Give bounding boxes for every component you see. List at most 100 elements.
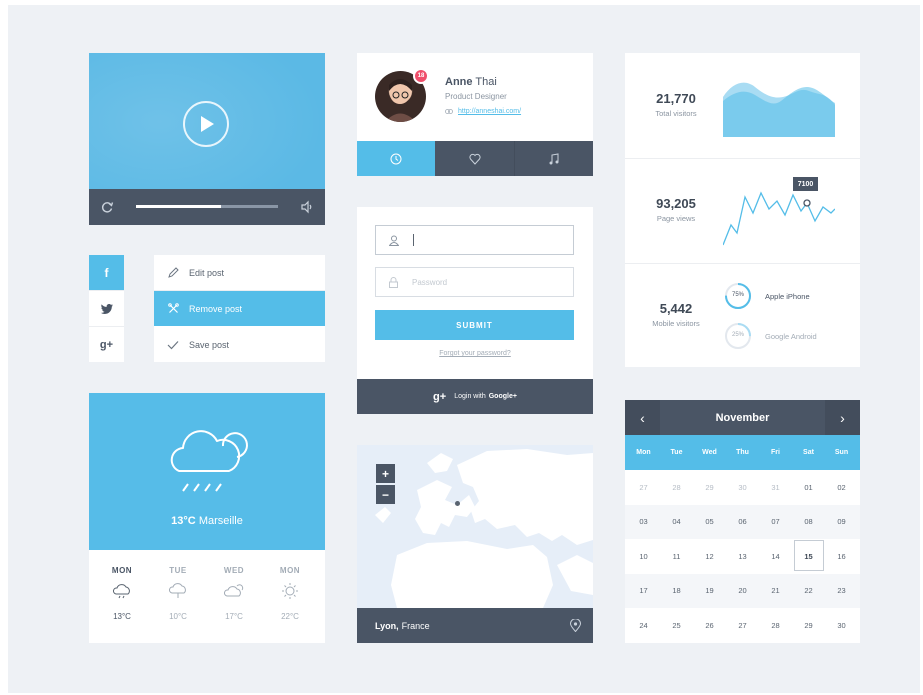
notification-badge[interactable]: 18 — [413, 68, 429, 84]
calendar-header: ‹ November › — [625, 400, 860, 435]
forecast-day: WED — [223, 566, 245, 575]
password-field[interactable]: Password — [375, 267, 574, 297]
total-visitors-label: Total visitors — [655, 109, 697, 118]
android-label: Google Android — [765, 332, 817, 341]
calendar-day[interactable]: 05 — [693, 505, 726, 539]
page-views-label: Page views — [656, 214, 696, 223]
calendar-day[interactable]: 01 — [792, 470, 825, 504]
prev-month-button[interactable]: ‹ — [625, 400, 660, 435]
username-field[interactable] — [375, 225, 574, 255]
zoom-in-button[interactable]: + — [376, 464, 395, 483]
facebook-icon: f — [104, 265, 109, 280]
calendar-week: 03 04 05 06 07 08 09 — [625, 504, 860, 539]
tab-clock[interactable] — [357, 141, 435, 176]
calendar-day[interactable]: 11 — [660, 539, 693, 573]
calendar-day[interactable]: 28 — [759, 608, 792, 642]
calendar-day[interactable]: 29 — [693, 470, 726, 504]
forecast-day: TUE — [169, 566, 187, 575]
rain-cloud-icon — [101, 582, 143, 600]
remove-post-label: Remove post — [189, 303, 243, 314]
submit-button[interactable]: SUBMIT — [375, 310, 574, 340]
calendar-day[interactable]: 26 — [693, 608, 726, 642]
twitter-button[interactable] — [89, 291, 124, 326]
calendar-day[interactable]: 02 — [825, 470, 858, 504]
calendar-day[interactable]: 14 — [759, 539, 792, 573]
calendar-day[interactable]: 12 — [693, 539, 726, 573]
calendar-day[interactable]: 29 — [792, 608, 825, 642]
forgot-password-link[interactable]: Forgot your password? — [357, 350, 593, 357]
weekday-label: Sun — [834, 449, 849, 456]
calendar-day[interactable]: 10 — [627, 539, 660, 573]
password-placeholder: Password — [412, 277, 448, 287]
google-login-button[interactable]: g+ Login with Google+ — [357, 379, 593, 414]
music-icon — [549, 152, 559, 164]
tab-music[interactable] — [515, 141, 593, 176]
mobile-visitors-value: 5,442 — [659, 301, 693, 316]
video-progress-fill — [136, 205, 222, 208]
calendar-day[interactable]: 25 — [660, 608, 693, 642]
profile-link[interactable]: http://anneshai.com/ — [445, 108, 521, 115]
calendar-day[interactable]: 31 — [759, 470, 792, 504]
profile-link-text[interactable]: http://anneshai.com/ — [458, 108, 521, 115]
save-post-item[interactable]: Save post — [154, 327, 325, 362]
calendar-day[interactable]: 07 — [759, 505, 792, 539]
location-marker[interactable] — [455, 501, 460, 506]
calendar-day[interactable]: 19 — [693, 574, 726, 608]
google-login-prefix: Login with — [454, 393, 486, 400]
calendar-day[interactable]: 04 — [660, 505, 693, 539]
googleplus-icon: g+ — [433, 390, 447, 403]
weekday-label: Thu — [736, 449, 749, 456]
calendar-day[interactable]: 08 — [792, 505, 825, 539]
googleplus-button[interactable]: g+ — [89, 327, 124, 362]
next-month-button[interactable]: › — [825, 400, 860, 435]
stats-panel: 21,770 Total visitors 93,205 Page views … — [625, 53, 860, 367]
google-login-brand: Google+ — [488, 393, 517, 400]
pencil-icon — [166, 267, 180, 278]
calendar-day[interactable]: 09 — [825, 505, 858, 539]
location-pin-icon[interactable] — [570, 619, 581, 632]
calendar-day[interactable]: 18 — [660, 574, 693, 608]
play-button[interactable] — [182, 100, 230, 148]
iphone-label: Apple iPhone — [765, 292, 810, 301]
page-views-line-chart — [723, 191, 835, 246]
volume-icon[interactable] — [300, 200, 314, 214]
video-controls — [89, 189, 325, 225]
calendar-day[interactable]: 13 — [726, 539, 759, 573]
post-actions-menu: Edit post Remove post Save post — [154, 255, 325, 362]
tab-favorites[interactable] — [435, 141, 515, 176]
calendar-day[interactable]: 20 — [726, 574, 759, 608]
calendar-day[interactable]: 30 — [726, 470, 759, 504]
calendar-day[interactable]: 24 — [627, 608, 660, 642]
visitors-area-chart — [723, 82, 835, 137]
edit-post-item[interactable]: Edit post — [154, 255, 325, 290]
calendar-day[interactable]: 22 — [792, 574, 825, 608]
forecast-temp: 10°C — [169, 612, 187, 621]
weekday-label: Mon — [636, 449, 651, 456]
calendar-day[interactable]: 06 — [726, 505, 759, 539]
calendar-day[interactable]: 30 — [825, 608, 858, 642]
calendar-day[interactable]: 15 — [792, 539, 825, 573]
map-location-bar: Lyon, France — [357, 608, 593, 643]
facebook-button[interactable]: f — [89, 255, 124, 290]
edit-post-label: Edit post — [189, 267, 225, 278]
user-icon — [389, 235, 399, 246]
weekday-label: Tue — [670, 449, 683, 456]
calendar-day[interactable]: 17 — [627, 574, 660, 608]
calendar-day[interactable]: 16 — [825, 539, 858, 573]
calendar-day[interactable]: 21 — [759, 574, 792, 608]
calendar-day[interactable]: 27 — [627, 470, 660, 504]
map-widget[interactable]: + − Lyon, France — [357, 445, 593, 643]
refresh-icon[interactable] — [100, 200, 114, 214]
calendar-day[interactable]: 03 — [627, 505, 660, 539]
video-progress-track[interactable] — [136, 205, 278, 208]
remove-post-item[interactable]: Remove post — [154, 291, 325, 326]
divider — [625, 158, 860, 159]
zoom-out-button[interactable]: − — [376, 485, 395, 504]
forecast-day: MON — [111, 566, 133, 575]
sun-icon — [269, 582, 311, 600]
calendar-day[interactable]: 28 — [660, 470, 693, 504]
calendar-day[interactable]: 23 — [825, 574, 858, 608]
partly-cloudy-icon — [213, 582, 255, 600]
forecast-day: MON — [279, 566, 301, 575]
calendar-day[interactable]: 27 — [726, 608, 759, 642]
